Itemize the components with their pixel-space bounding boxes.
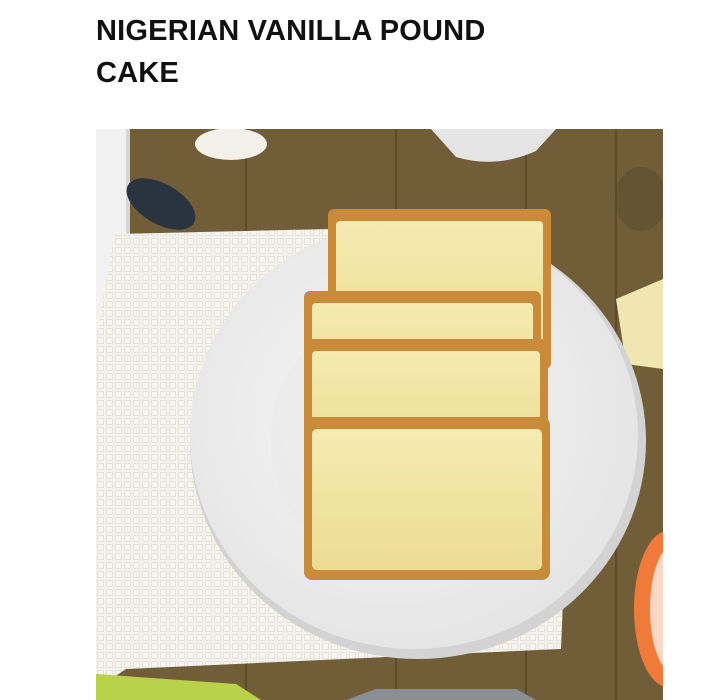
recipe-title: NIGERIAN VANILLA POUND CAKE [96,15,486,89]
cake-slices [304,209,551,580]
cake-photo [96,129,663,700]
